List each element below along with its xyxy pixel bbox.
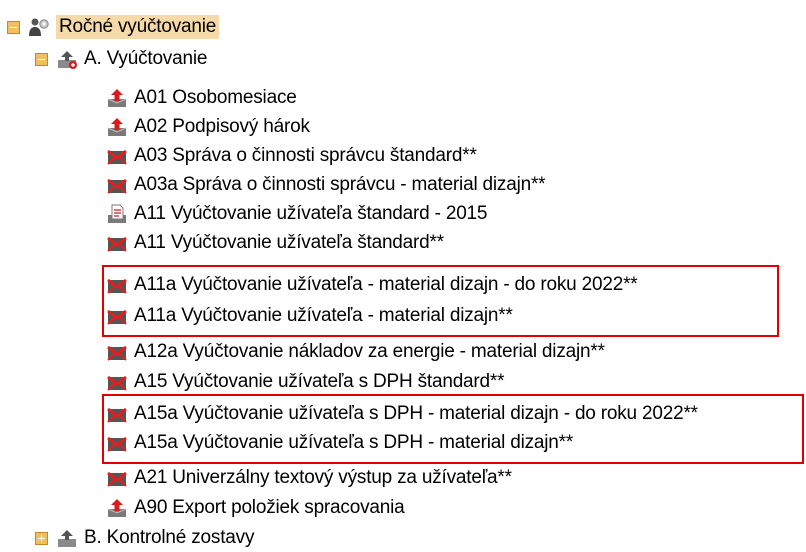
tree-item[interactable]: A15a Vyúčtovanie užívateľa s DPH - mater… <box>106 400 698 428</box>
tree-item-label: A03 Správa o činnosti správcu štandard** <box>134 145 477 166</box>
tree-item-label: A03a Správa o činnosti správcu - materia… <box>134 174 546 195</box>
tree-item[interactable]: A11a Vyúčtovanie užívateľa - material di… <box>106 302 513 330</box>
tree-item[interactable]: A11a Vyúčtovanie užívateľa - material di… <box>106 271 638 299</box>
document-report-icon <box>108 204 126 223</box>
tree-item[interactable]: A21 Univerzálny textový výstup za užívat… <box>106 464 512 492</box>
tree-item[interactable]: A15a Vyúčtovanie užívateľa s DPH - mater… <box>106 429 573 457</box>
tree-item[interactable]: A15 Vyúčtovanie užívateľa s DPH štandard… <box>106 368 505 396</box>
export-arrow-icon <box>107 118 127 136</box>
tree-group-a-label: A. Vyúčtovanie <box>84 48 208 69</box>
tree-item[interactable]: A03a Správa o činnosti správcu - materia… <box>106 171 546 199</box>
folder-export-icon <box>58 530 76 547</box>
tree-item-label: A12a Vyúčtovanie nákladov za energie - m… <box>134 341 605 362</box>
export-arrow-icon <box>107 89 127 107</box>
tree-item[interactable]: A02 Podpisový hárok <box>106 113 310 141</box>
folder-export-icon <box>58 51 77 69</box>
envelope-report-icon <box>107 149 127 165</box>
tree-item-label: A11a Vyúčtovanie užívateľa - material di… <box>134 274 638 295</box>
tree-root[interactable]: Ročné vyúčtovanie <box>7 13 220 41</box>
tree-group-b-label: B. Kontrolné zostavy <box>84 527 255 548</box>
tree-item-label: A02 Podpisový hárok <box>134 116 310 137</box>
tree-item[interactable]: A11 Vyúčtovanie užívateľa štandard** <box>106 229 444 257</box>
tree-item-label: A15a Vyúčtovanie užívateľa s DPH - mater… <box>134 432 574 453</box>
envelope-report-icon <box>107 436 127 452</box>
envelope-report-icon <box>107 471 127 487</box>
tree-item[interactable]: A12a Vyúčtovanie nákladov za energie - m… <box>106 338 605 366</box>
envelope-report-icon <box>107 309 127 325</box>
envelope-report-icon <box>107 236 127 252</box>
expand-icon[interactable] <box>35 531 48 545</box>
envelope-report-icon <box>107 407 127 423</box>
tree-item[interactable]: A01 Osobomesiace <box>106 84 297 112</box>
tree-item-label: A01 Osobomesiace <box>134 87 297 108</box>
tree-item-label: A90 Export položiek spracovania <box>134 497 405 518</box>
tree-group-a[interactable]: A. Vyúčtovanie <box>35 45 207 73</box>
tree-item-label: A21 Univerzálny textový výstup za užívat… <box>134 467 512 488</box>
tree-item-label: A11a Vyúčtovanie užívateľa - material di… <box>134 305 513 326</box>
tree-item[interactable]: A11 Vyúčtovanie užívateľa štandard - 201… <box>106 200 487 228</box>
envelope-report-icon <box>107 375 127 391</box>
users-gear-icon <box>29 18 49 36</box>
envelope-report-icon <box>107 178 127 194</box>
tree-root-label: Ročné vyúčtovanie <box>56 15 220 39</box>
collapse-icon[interactable] <box>7 20 20 34</box>
tree-item-label: A11 Vyúčtovanie užívateľa štandard - 201… <box>134 203 488 224</box>
tree-item[interactable]: A03 Správa o činnosti správcu štandard** <box>106 142 477 170</box>
tree-item-label: A15 Vyúčtovanie užívateľa s DPH štandard… <box>134 371 505 392</box>
envelope-report-icon <box>107 345 127 361</box>
tree-item[interactable]: A90 Export položiek spracovania <box>106 494 405 522</box>
export-arrow-icon <box>107 499 127 517</box>
tree-group-b[interactable]: B. Kontrolné zostavy <box>35 524 254 552</box>
tree-item-label: A15a Vyúčtovanie užívateľa s DPH - mater… <box>134 403 698 424</box>
envelope-report-icon <box>107 278 127 294</box>
tree-item-label: A11 Vyúčtovanie užívateľa štandard** <box>134 232 444 253</box>
collapse-icon[interactable] <box>35 52 48 66</box>
